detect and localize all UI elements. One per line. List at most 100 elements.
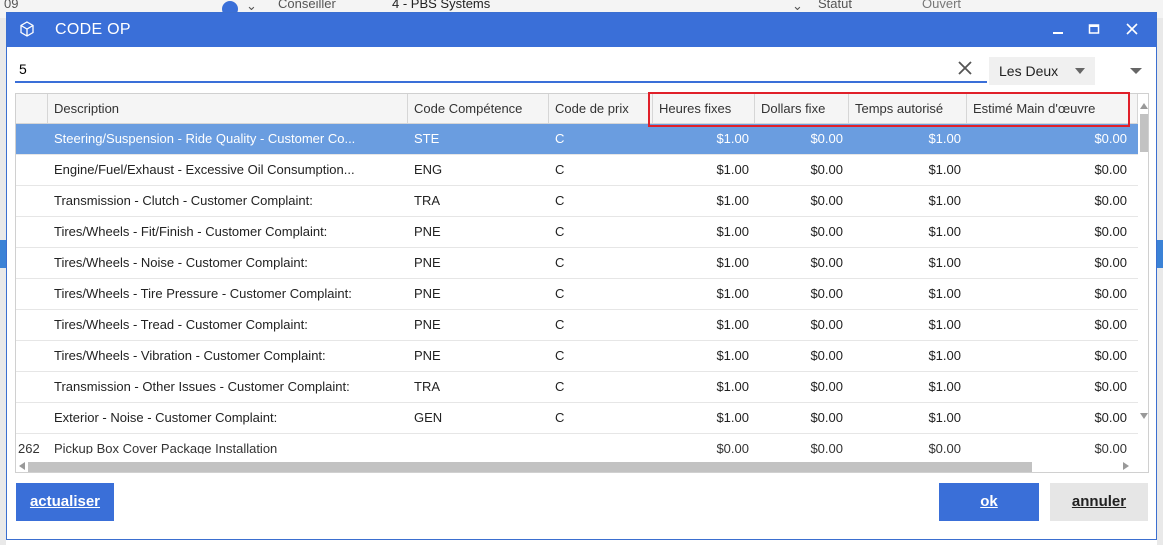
scroll-up-icon[interactable] [1139,102,1149,110]
row-price-code: C [555,286,565,301]
filter-mode-select[interactable]: Les Deux [989,57,1095,85]
row-description: Steering/Suspension - Ride Quality - Cus… [54,131,356,146]
close-button[interactable] [1119,18,1145,42]
column-header-skill-code[interactable]: Code Compétence [408,94,549,124]
row-labor-estimate: $0.00 [1094,441,1127,454]
cancel-button[interactable]: annuler [1050,483,1148,521]
row-price-code: C [555,131,565,146]
search-input[interactable] [15,57,987,83]
row-labor-estimate: $0.00 [1094,131,1127,146]
table-row[interactable]: Tires/Wheels - Tread - Customer Complain… [16,310,1138,341]
row-labor-estimate: $0.00 [1094,379,1127,394]
vertical-scroll-thumb[interactable] [1140,114,1148,152]
row-allowed-time: $1.00 [928,162,961,177]
row-labor-estimate: $0.00 [1094,286,1127,301]
row-skill-code: PNE [414,317,441,332]
minimize-icon [1053,32,1063,34]
scroll-left-icon[interactable] [18,461,26,471]
filter-mode-value: Les Deux [999,63,1059,79]
row-allowed-time: $1.00 [928,379,961,394]
background-conseiller-value: 4 - PBS Systems [392,0,491,11]
row-labor-estimate: $0.00 [1094,193,1127,208]
row-allowed-time: $1.00 [928,255,961,270]
row-fixed-dollars: $0.00 [810,379,843,394]
table-row-selected[interactable]: Steering/Suspension - Ride Quality - Cus… [16,124,1138,155]
column-header-allowed-time[interactable]: Temps autorisé [849,94,967,124]
row-price-code: C [555,224,565,239]
row-price-code: C [555,193,565,208]
table-row[interactable]: Tires/Wheels - Vibration - Customer Comp… [16,341,1138,372]
row-fixed-hours: $1.00 [716,348,749,363]
row-description: Tires/Wheels - Vibration - Customer Comp… [54,348,326,363]
table-row[interactable]: Exterior - Noise - Customer Complaint: GE… [16,403,1138,434]
scroll-down-icon[interactable] [1139,412,1149,420]
row-fixed-hours: $1.00 [716,131,749,146]
row-labor-estimate: $0.00 [1094,255,1127,270]
horizontal-scrollbar[interactable] [16,458,1138,472]
table-row[interactable]: Transmission - Other Issues - Customer C… [16,372,1138,403]
row-allowed-time: $0.00 [928,441,961,454]
background-statut-label: Statut [818,0,852,11]
row-fixed-dollars: $0.00 [810,410,843,425]
column-header-description[interactable]: Description [48,94,408,124]
row-skill-code: TRA [414,379,440,394]
row-skill-code: GEN [414,410,443,425]
column-header-fixed-dollars[interactable]: Dollars fixe [755,94,849,124]
search-row: Les Deux [7,53,1156,89]
row-price-code: C [555,348,565,363]
vertical-scrollbar[interactable] [1138,94,1149,472]
horizontal-scroll-thumb[interactable] [28,462,1032,472]
row-fixed-hours: $1.00 [716,224,749,239]
scroll-right-icon[interactable] [1122,461,1130,471]
row-fixed-dollars: $0.00 [810,193,843,208]
minimize-button[interactable] [1045,18,1071,42]
dialog-titlebar: CODE OP [7,13,1156,47]
column-header-fixed-hours[interactable]: Heures fixes [653,94,755,124]
row-fixed-dollars: $0.00 [810,317,843,332]
row-skill-code: PNE [414,255,441,270]
refresh-button[interactable]: actualiser [16,483,114,521]
partial-table-row[interactable]: 262 Pickup Box Cover Package Installatio… [16,438,1138,454]
row-fixed-hours: $0.00 [716,441,749,454]
dialog-title: CODE OP [55,21,131,38]
cube-icon [20,21,34,37]
row-skill-code: PNE [414,286,441,301]
row-fixed-hours: $1.00 [716,162,749,177]
row-description: Tires/Wheels - Tread - Customer Complain… [54,317,308,332]
column-header-price-code[interactable]: Code de prix [549,94,653,124]
row-code: 262 [18,441,40,454]
row-allowed-time: $1.00 [928,317,961,332]
row-allowed-time: $1.00 [928,286,961,301]
row-fixed-dollars: $0.00 [810,286,843,301]
ok-button[interactable]: ok [939,483,1039,521]
table-row[interactable]: Tires/Wheels - Tire Pressure - Customer … [16,279,1138,310]
row-description: Engine/Fuel/Exhaust - Excessive Oil Cons… [54,162,355,177]
column-header-labor-estimate[interactable]: Estimé Main d'œuvre [967,94,1138,124]
close-icon [1126,23,1138,35]
row-allowed-time: $1.00 [928,193,961,208]
row-fixed-hours: $1.00 [716,286,749,301]
table-row[interactable]: Transmission - Clutch - Customer Complai… [16,186,1138,217]
row-fixed-dollars: $0.00 [810,224,843,239]
row-fixed-hours: $1.00 [716,255,749,270]
row-skill-code: PNE [414,224,441,239]
background-statut-value: Ouvert [922,0,962,11]
row-description: Exterior - Noise - Customer Complaint: [54,410,278,425]
close-icon [958,61,972,75]
table-row[interactable]: Tires/Wheels - Noise - Customer Complain… [16,248,1138,279]
row-price-code: C [555,379,565,394]
clear-search-button[interactable] [955,59,975,79]
table-row[interactable]: Tires/Wheels - Fit/Finish - Customer Com… [16,217,1138,248]
chevron-down-icon [1075,68,1085,74]
row-description: Tires/Wheels - Noise - Customer Complain… [54,255,308,270]
row-description: Tires/Wheels - Fit/Finish - Customer Com… [54,224,328,239]
row-description: Transmission - Other Issues - Customer C… [54,379,350,394]
row-fixed-dollars: $0.00 [810,131,843,146]
table-row[interactable]: Engine/Fuel/Exhaust - Excessive Oil Cons… [16,155,1138,186]
row-fixed-dollars: $0.00 [810,255,843,270]
row-labor-estimate: $0.00 [1094,348,1127,363]
row-allowed-time: $1.00 [928,410,961,425]
maximize-button[interactable] [1081,18,1107,42]
chevron-down-icon[interactable] [1129,64,1143,78]
row-skill-code: PNE [414,348,441,363]
